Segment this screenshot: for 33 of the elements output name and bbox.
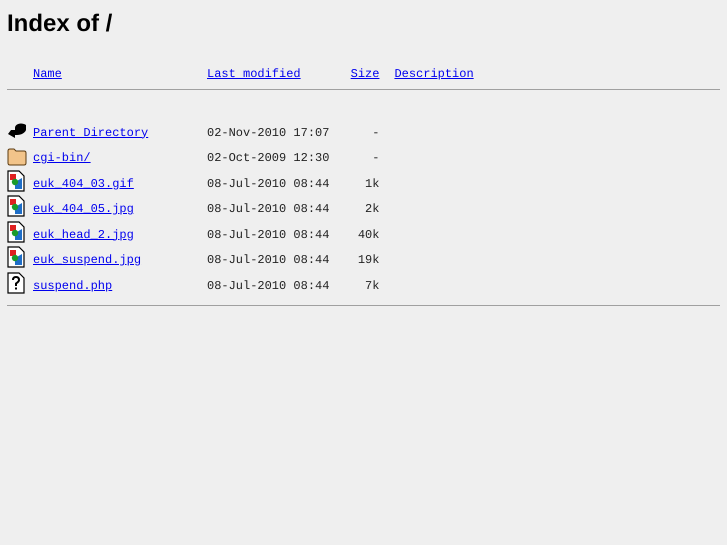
file-size: 7k bbox=[365, 278, 380, 294]
modified-date: 08-Jul-2010 08:44 bbox=[207, 278, 330, 294]
file-link[interactable]: euk_head_2.jpg bbox=[33, 228, 134, 242]
modified-date: 02-Nov-2010 17:07 bbox=[207, 124, 330, 142]
image-file-icon bbox=[7, 195, 25, 217]
modified-date: 02-Oct-2009 12:30 bbox=[207, 150, 330, 167]
image-file-icon bbox=[7, 246, 25, 268]
unknown-file-icon bbox=[7, 272, 25, 294]
file-link[interactable]: suspend.php bbox=[33, 278, 112, 292]
image-file-icon bbox=[7, 220, 25, 242]
modified-date: 08-Jul-2010 08:44 bbox=[207, 226, 330, 244]
file-link[interactable]: euk_404_05.jpg bbox=[33, 202, 134, 216]
file-size: - bbox=[372, 124, 380, 142]
back-arrow-icon bbox=[7, 120, 27, 140]
page-title: Index of / bbox=[7, 9, 112, 39]
file-size: 40k bbox=[358, 226, 380, 244]
modified-date: 08-Jul-2010 08:44 bbox=[207, 201, 330, 218]
folder-icon bbox=[7, 148, 27, 166]
modified-date: 08-Jul-2010 08:44 bbox=[207, 176, 330, 192]
file-link[interactable]: euk_suspend.jpg bbox=[33, 253, 142, 267]
modified-date: 08-Jul-2010 08:44 bbox=[207, 252, 330, 269]
file-link[interactable]: Parent Directory bbox=[33, 126, 148, 140]
file-size: - bbox=[372, 150, 380, 167]
file-size: 19k bbox=[358, 252, 380, 269]
file-link[interactable]: euk_404_03.gif bbox=[33, 176, 134, 190]
column-header-link[interactable]: Size bbox=[350, 64, 380, 82]
file-link[interactable]: cgi-bin/ bbox=[33, 151, 91, 165]
column-header-link[interactable]: Name bbox=[33, 64, 207, 82]
file-size: 1k bbox=[365, 176, 380, 192]
column-header-link[interactable]: Description bbox=[394, 64, 474, 82]
image-file-icon bbox=[7, 170, 25, 192]
file-size: 2k bbox=[365, 201, 380, 218]
column-header-link[interactable]: Last modified bbox=[207, 64, 301, 82]
